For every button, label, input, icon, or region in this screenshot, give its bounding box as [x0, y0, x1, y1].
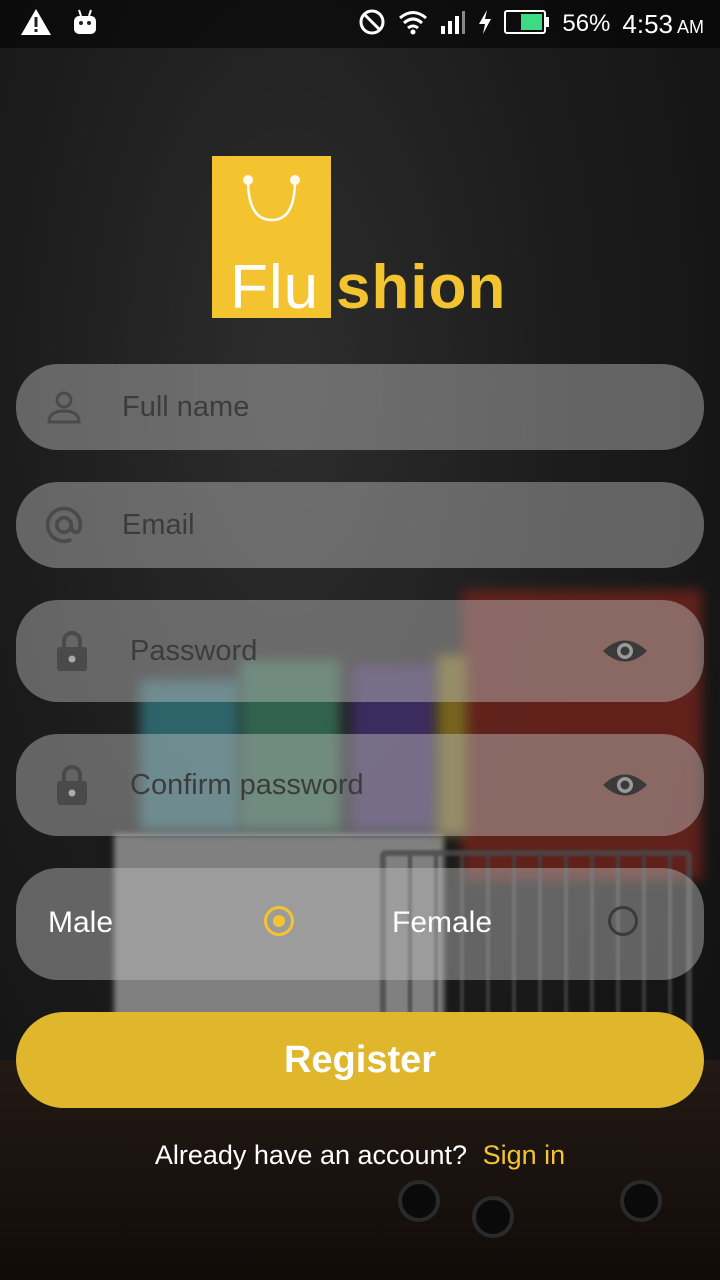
- charging-icon: [478, 9, 492, 39]
- female-radio[interactable]: [608, 906, 638, 936]
- clock-ampm: AM: [677, 16, 704, 37]
- email-input[interactable]: [120, 507, 644, 543]
- male-radio[interactable]: [264, 906, 294, 936]
- logo-text-part1: Flu: [230, 253, 320, 322]
- already-have-account-text: Already have an account?: [154, 1140, 468, 1170]
- register-button[interactable]: Register: [16, 1012, 704, 1108]
- battery-percentage: 56%: [562, 10, 611, 37]
- full-name-field[interactable]: [16, 364, 704, 450]
- password-field[interactable]: [16, 600, 704, 702]
- confirm-password-field[interactable]: [16, 734, 704, 836]
- warning-icon: [20, 8, 52, 41]
- email-field[interactable]: [16, 482, 704, 568]
- battery-icon: [504, 9, 550, 39]
- person-icon: [44, 390, 84, 424]
- do-not-disturb-icon: [358, 8, 386, 41]
- lock-icon: [52, 763, 92, 807]
- wifi-icon: [398, 9, 428, 40]
- clock-time: 4:53: [622, 8, 673, 39]
- female-label[interactable]: Female: [392, 906, 492, 940]
- sign-in-link[interactable]: Sign in: [483, 1140, 566, 1170]
- clock: 4:53 AM: [622, 9, 704, 40]
- android-icon: [72, 8, 98, 41]
- sign-in-prompt: Already have an account? Sign in: [0, 1140, 720, 1171]
- signal-icon: [440, 10, 466, 39]
- full-name-input[interactable]: [120, 389, 644, 425]
- lock-icon: [52, 629, 92, 673]
- confirm-password-input[interactable]: [128, 767, 572, 803]
- male-label[interactable]: Male: [48, 906, 113, 940]
- password-input[interactable]: [128, 633, 572, 669]
- status-bar: 56% 4:53 AM: [0, 0, 720, 48]
- show-confirm-password-eye-icon[interactable]: [602, 770, 648, 800]
- logo-text-part2: shion: [336, 253, 507, 322]
- gender-selector: Male Female: [16, 868, 704, 980]
- at-sign-icon: [44, 503, 84, 547]
- app-logo: Flu shion: [212, 156, 512, 322]
- show-password-eye-icon[interactable]: [602, 636, 648, 666]
